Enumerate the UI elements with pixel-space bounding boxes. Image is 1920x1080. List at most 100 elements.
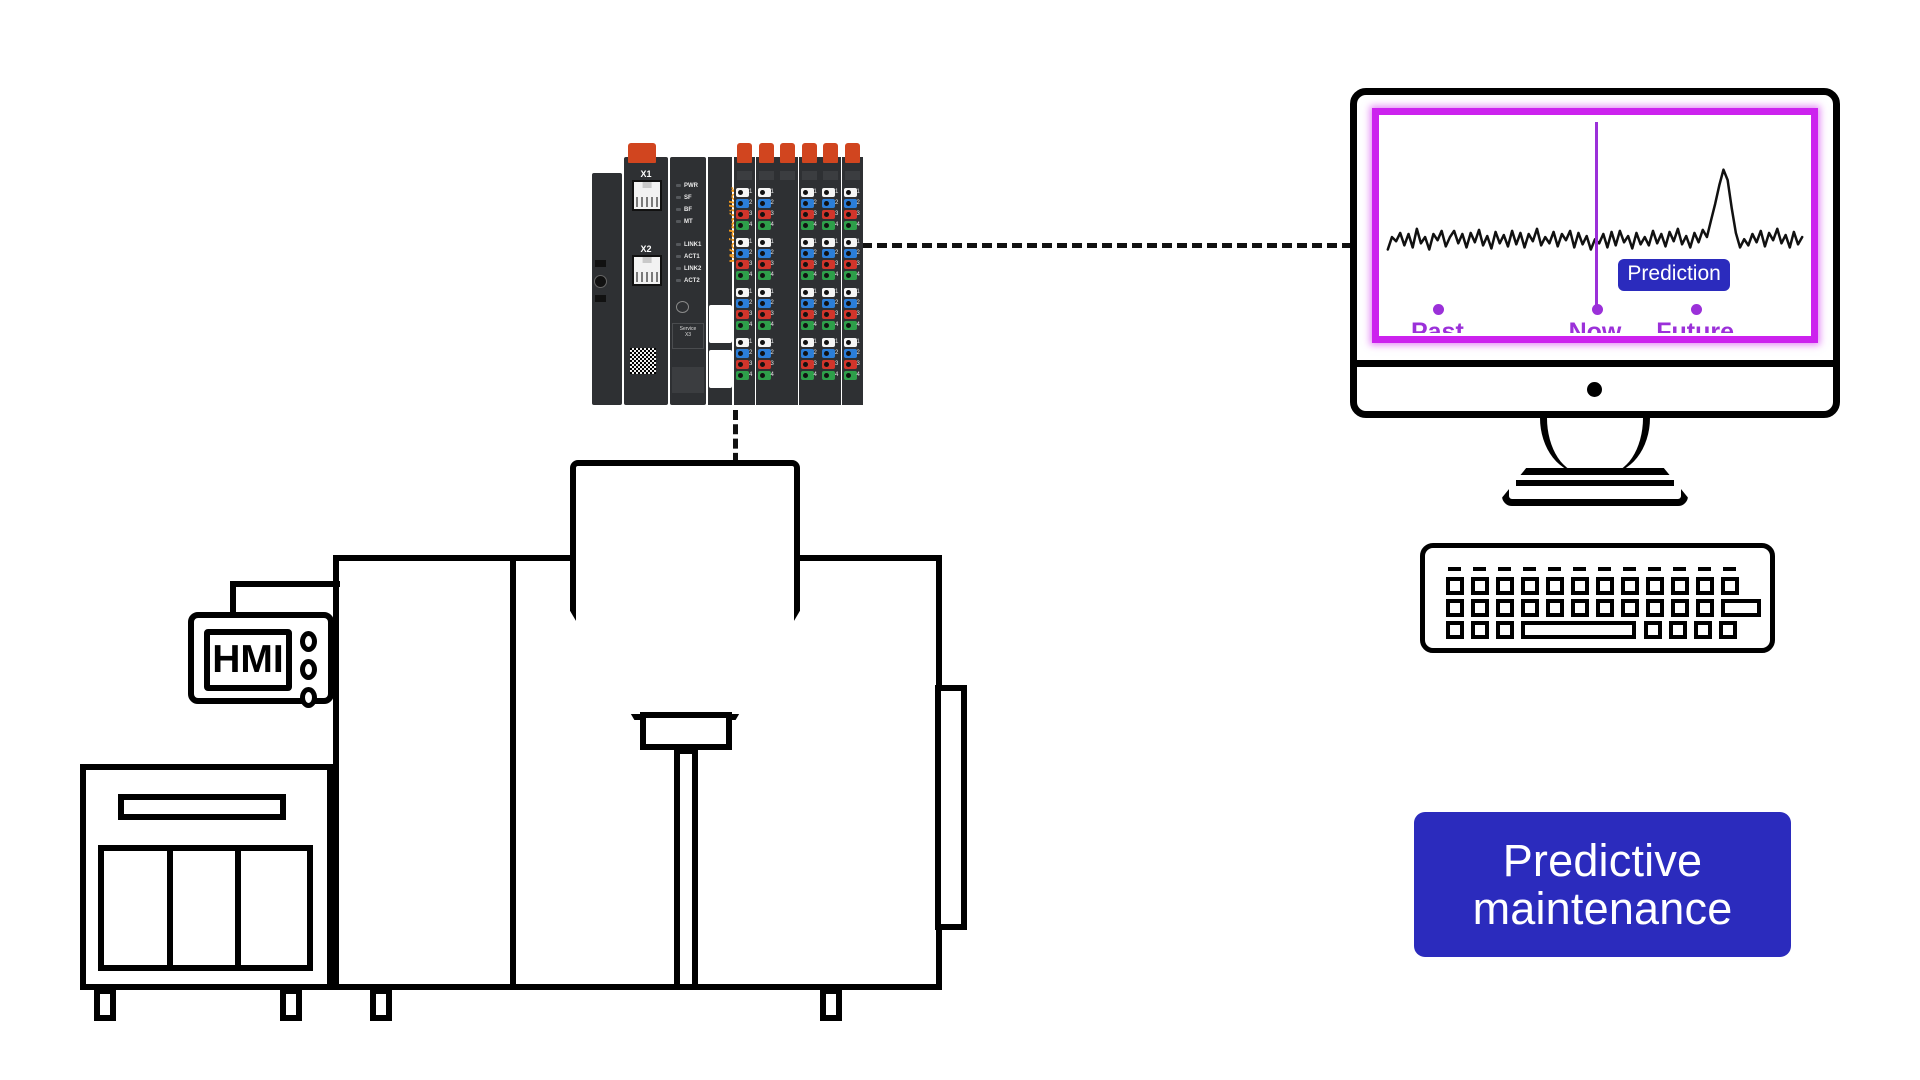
keyboard-key-row2-4[interactable] — [1521, 599, 1539, 617]
plc-push-terminal-block-2[interactable] — [709, 350, 732, 388]
plc-terminal-5-4-1[interactable] — [822, 338, 835, 347]
plc-terminal-4-4-2[interactable] — [800, 349, 814, 358]
keyboard-key-row2-10[interactable] — [1671, 599, 1689, 617]
plc-terminal-5-2-2[interactable] — [822, 249, 835, 258]
plc-terminal-1-2-2[interactable] — [736, 249, 749, 258]
keyboard-key-row1-11[interactable] — [1696, 577, 1714, 595]
plc-terminal-6-3-1[interactable] — [843, 288, 857, 297]
keyboard-key-row1-4[interactable] — [1521, 577, 1539, 595]
hmi-knob-3[interactable] — [300, 687, 317, 708]
plc-terminal-6-1-3[interactable] — [843, 210, 857, 219]
monitor-screen[interactable]: Past Now Future Prediction — [1372, 108, 1818, 343]
plc-controller[interactable]: X1 X2 PWR SF BF MT LINK1 ACT1 LINK2 ACT2 — [592, 143, 863, 410]
plc-terminal-2-4-1[interactable] — [757, 338, 771, 347]
plc-terminal-2-2-2[interactable] — [757, 249, 771, 258]
plc-terminal-2-2-3[interactable] — [757, 260, 771, 269]
plc-terminal-4-2-2[interactable] — [800, 249, 814, 258]
plc-terminal-2-2-4[interactable] — [757, 271, 771, 280]
keyboard-key-row1-7[interactable] — [1596, 577, 1614, 595]
plc-terminal-4-1-4[interactable] — [800, 221, 814, 230]
monitor[interactable]: Past Now Future Prediction — [1350, 88, 1840, 506]
plc-terminal-1-4-2[interactable] — [736, 349, 749, 358]
plc-terminal-5-1-2[interactable] — [822, 199, 835, 208]
plc-terminal-2-3-4[interactable] — [757, 321, 771, 330]
plc-side-button[interactable] — [595, 260, 606, 267]
plc-terminal-4-4-3[interactable] — [800, 360, 814, 369]
plc-terminal-1-1-4[interactable] — [736, 221, 749, 230]
plc-terminal-6-2-3[interactable] — [843, 260, 857, 269]
plc-terminal-6-1-2[interactable] — [843, 199, 857, 208]
plc-terminal-1-1-2[interactable] — [736, 199, 749, 208]
keyboard-key-row1-9[interactable] — [1646, 577, 1664, 595]
plc-terminal-2-3-3[interactable] — [757, 310, 771, 319]
plc-terminal-5-2-3[interactable] — [822, 260, 835, 269]
plc-terminal-2-4-4[interactable] — [757, 371, 771, 380]
plc-terminal-6-2-1[interactable] — [843, 238, 857, 247]
plc-terminal-2-4-2[interactable] — [757, 349, 771, 358]
plc-terminal-2-1-1[interactable] — [757, 188, 771, 197]
plc-terminal-5-3-3[interactable] — [822, 310, 835, 319]
plc-terminal-4-1-2[interactable] — [800, 199, 814, 208]
keyboard-key-row3-right-3[interactable] — [1694, 621, 1712, 639]
keyboard-key-row3-right-1[interactable] — [1644, 621, 1662, 639]
plc-side-button-2[interactable] — [595, 295, 606, 302]
hmi-knob-1[interactable] — [300, 631, 317, 652]
plc-terminal-6-4-1[interactable] — [843, 338, 857, 347]
plc-terminal-1-4-4[interactable] — [736, 371, 749, 380]
plc-io-module-3[interactable] — [777, 157, 798, 405]
keyboard-key-row1-2[interactable] — [1471, 577, 1489, 595]
keyboard-key-row1-12[interactable] — [1721, 577, 1739, 595]
keyboard-key-row2-1[interactable] — [1446, 599, 1464, 617]
keyboard-key-row3-1[interactable] — [1446, 621, 1464, 639]
keyboard-space-key[interactable] — [1521, 621, 1636, 639]
plc-terminal-5-3-1[interactable] — [822, 288, 835, 297]
plc-terminal-6-4-2[interactable] — [843, 349, 857, 358]
plc-terminal-5-4-4[interactable] — [822, 371, 835, 380]
keyboard-key-row1-5[interactable] — [1546, 577, 1564, 595]
plc-side-dial[interactable] — [594, 275, 607, 288]
plc-terminal-4-4-1[interactable] — [800, 338, 814, 347]
plc-terminal-6-3-2[interactable] — [843, 299, 857, 308]
keyboard-key-row2-7[interactable] — [1596, 599, 1614, 617]
keyboard-key-row2-8[interactable] — [1621, 599, 1639, 617]
plc-terminal-4-4-4[interactable] — [800, 371, 814, 380]
plc-terminal-6-2-4[interactable] — [843, 271, 857, 280]
keyboard-key-row2-11[interactable] — [1696, 599, 1714, 617]
plc-terminal-6-2-2[interactable] — [843, 249, 857, 258]
plc-terminal-1-3-1[interactable] — [736, 288, 749, 297]
keyboard-key-row1-6[interactable] — [1571, 577, 1589, 595]
keyboard-key-row3-right-4[interactable] — [1719, 621, 1737, 639]
plc-terminal-1-4-3[interactable] — [736, 360, 749, 369]
plc-terminal-2-2-1[interactable] — [757, 238, 771, 247]
plc-terminal-6-3-4[interactable] — [843, 321, 857, 330]
plc-push-terminal-block-1[interactable] — [709, 305, 732, 343]
plc-terminal-2-3-2[interactable] — [757, 299, 771, 308]
keyboard-key-row1-1[interactable] — [1446, 577, 1464, 595]
keyboard-key-row1-3[interactable] — [1496, 577, 1514, 595]
plc-terminal-6-1-1[interactable] — [843, 188, 857, 197]
plc-port-x2[interactable] — [632, 255, 662, 286]
plc-terminal-4-3-2[interactable] — [800, 299, 814, 308]
plc-terminal-4-3-4[interactable] — [800, 321, 814, 330]
plc-terminal-4-1-3[interactable] — [800, 210, 814, 219]
plc-terminal-1-2-3[interactable] — [736, 260, 749, 269]
keyboard-key-row2-6[interactable] — [1571, 599, 1589, 617]
plc-terminal-5-3-2[interactable] — [822, 299, 835, 308]
plc-terminal-1-2-1[interactable] — [736, 238, 749, 247]
plc-terminal-1-1-1[interactable] — [736, 188, 749, 197]
plc-terminal-4-2-4[interactable] — [800, 271, 814, 280]
plc-terminal-6-4-4[interactable] — [843, 371, 857, 380]
plc-service-port[interactable]: Service X3 — [672, 323, 704, 349]
plc-terminal-4-1-1[interactable] — [800, 188, 814, 197]
keyboard-key-row3-2[interactable] — [1471, 621, 1489, 639]
plc-terminal-6-3-3[interactable] — [843, 310, 857, 319]
keyboard[interactable] — [1420, 543, 1775, 653]
plc-terminal-1-1-3[interactable] — [736, 210, 749, 219]
plc-terminal-5-1-3[interactable] — [822, 210, 835, 219]
plc-terminal-1-3-4[interactable] — [736, 321, 749, 330]
keyboard-key-row2-9[interactable] — [1646, 599, 1664, 617]
plc-terminal-5-2-4[interactable] — [822, 271, 835, 280]
plc-terminal-4-2-3[interactable] — [800, 260, 814, 269]
keyboard-key-row2-2[interactable] — [1471, 599, 1489, 617]
plc-terminal-2-1-4[interactable] — [757, 221, 771, 230]
